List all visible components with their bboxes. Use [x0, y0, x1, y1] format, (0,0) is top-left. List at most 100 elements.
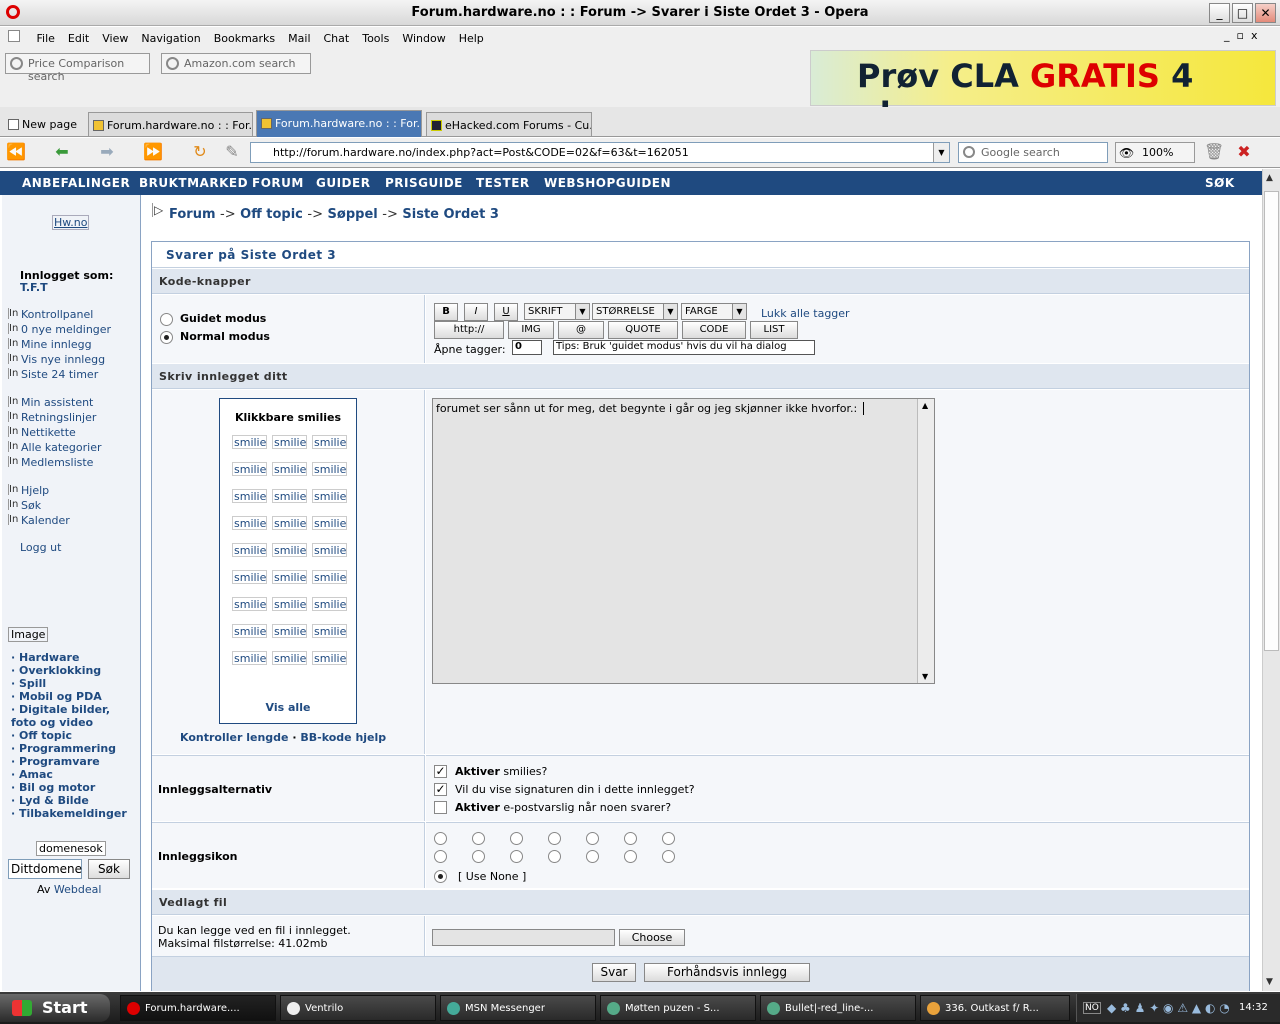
nav-webshopguiden[interactable]: WEBSHOPGUIDEN [544, 176, 671, 190]
fast-forward-icon[interactable]: ⏩ [143, 143, 163, 161]
list-button[interactable]: LIST [750, 321, 798, 339]
smilie-button[interactable]: smilie [232, 489, 267, 503]
smilie-button[interactable]: smilie [272, 516, 307, 530]
code-button[interactable]: CODE [682, 321, 746, 339]
ad-banner[interactable]: Prøv CLA GRATIS 4 uker [810, 50, 1276, 133]
domain-input[interactable]: Dittdomene [8, 859, 82, 879]
category-spill[interactable]: · Spill [11, 677, 46, 690]
font-select[interactable]: SKRIFT ▼ [524, 303, 590, 320]
nav-bruktmarked[interactable]: BRUKTMARKED [139, 176, 248, 190]
post-icon-radio[interactable] [472, 832, 485, 845]
post-icon-radio[interactable] [586, 832, 599, 845]
category-lyd-bilde[interactable]: · Lyd & Bilde [11, 794, 89, 807]
smilie-button[interactable]: smilie [232, 543, 267, 557]
menu-window[interactable]: Window [402, 32, 445, 45]
menu-bookmarks[interactable]: Bookmarks [214, 32, 275, 45]
google-search-field[interactable]: Google search [958, 142, 1108, 163]
logout-link[interactable]: Logg ut [20, 541, 61, 554]
use-none-radio[interactable] [434, 870, 447, 883]
smilie-button[interactable]: smilie [272, 489, 307, 503]
bbcode-help-link[interactable]: BB-kode hjelp [300, 731, 386, 744]
scroll-up-icon[interactable]: ▲ [922, 401, 928, 410]
language-indicator[interactable]: NO [1083, 1002, 1101, 1014]
guided-mode-radio[interactable] [160, 313, 173, 326]
img-button[interactable]: IMG [508, 321, 554, 339]
message-textarea[interactable]: forumet ser sånn ut for meg, det begynte… [432, 398, 935, 684]
smilie-button[interactable]: smilie [272, 624, 307, 638]
smilie-button[interactable]: smilie [312, 489, 347, 503]
nav-tester[interactable]: TESTER [476, 176, 530, 190]
italic-button[interactable]: I [464, 303, 488, 321]
breadcrumb-soppel[interactable]: Søppel [328, 207, 378, 222]
quote-button[interactable]: QUOTE [608, 321, 678, 339]
amazon-search-field[interactable]: Amazon.com search [161, 53, 311, 74]
smilie-button[interactable]: smilie [272, 570, 307, 584]
underline-button[interactable]: U [494, 303, 518, 321]
scroll-down-icon[interactable]: ▼ [922, 672, 928, 681]
breadcrumb-forum[interactable]: Forum [169, 207, 216, 222]
smilie-button[interactable]: smilie [232, 597, 267, 611]
tab-forum-1[interactable]: Forum.hardware.no : : For... [88, 112, 253, 136]
scrollbar-thumb[interactable] [1264, 191, 1279, 651]
category-hardware[interactable]: · Hardware [11, 651, 79, 664]
category-mobil[interactable]: · Mobil og PDA [11, 690, 102, 703]
category-tilbakemeldinger[interactable]: · Tilbakemeldinger [11, 807, 127, 820]
post-icon-radio[interactable] [548, 832, 561, 845]
http-button[interactable]: http:// [434, 321, 504, 339]
task-winamp[interactable]: 336. Outkast f/ R... [920, 995, 1070, 1021]
smilie-button[interactable]: smilie [232, 462, 267, 476]
bold-button[interactable]: B [434, 303, 458, 321]
menu-navigation[interactable]: Navigation [141, 32, 200, 45]
sidebar-item-netiquette[interactable]: In Nettikette [8, 426, 76, 439]
smilie-button[interactable]: smilie [232, 624, 267, 638]
back-icon[interactable]: ⬅ [52, 143, 72, 161]
category-off-topic[interactable]: · Off topic [11, 729, 72, 742]
category-digitale-bilder[interactable]: · Digitale bilder, foto og video [11, 703, 136, 729]
breadcrumb-off-topic[interactable]: Off topic [240, 207, 303, 222]
webdeal-link[interactable]: Webdeal [54, 883, 102, 896]
post-icon-radio[interactable] [434, 850, 447, 863]
smilie-button[interactable]: smilie [312, 516, 347, 530]
smilie-button[interactable]: smilie [232, 435, 267, 449]
smilie-button[interactable]: smilie [312, 570, 347, 584]
task-opera[interactable]: Forum.hardware.... [120, 995, 276, 1021]
sidebar-item-kontrollpanel[interactable]: In Kontrollpanel [8, 308, 93, 321]
menu-tools[interactable]: Tools [362, 32, 389, 45]
smilie-button[interactable]: smilie [272, 543, 307, 557]
sidebar-item-categories[interactable]: In Alle kategorier [8, 441, 101, 454]
post-icon-radio[interactable] [434, 832, 447, 845]
smilie-button[interactable]: smilie [272, 462, 307, 476]
smilie-button[interactable]: smilie [312, 624, 347, 638]
task-chat-2[interactable]: Bullet|-red_line-... [760, 995, 916, 1021]
reload-icon[interactable]: ↻ [190, 143, 210, 161]
scroll-up-icon[interactable]: ▲ [1266, 173, 1273, 183]
sidebar-item-new-posts[interactable]: In Vis nye innlegg [8, 353, 105, 366]
close-tags-link[interactable]: Lukk alle tagger [761, 307, 850, 320]
menu-edit[interactable]: Edit [68, 32, 89, 45]
minimize-button[interactable]: _ [1209, 3, 1230, 23]
start-button[interactable]: Start [0, 994, 110, 1022]
zoom-select[interactable]: 👁 100% [1115, 142, 1195, 163]
site-logo[interactable]: Hw.no [52, 215, 90, 230]
sidebar-item-search[interactable]: In Søk [8, 499, 41, 512]
post-icon-radio[interactable] [662, 850, 675, 863]
mdi-controls[interactable]: _ ▫ x [1224, 29, 1257, 42]
post-icon-radio[interactable] [510, 850, 523, 863]
post-icon-radio[interactable] [624, 832, 637, 845]
control-length-link[interactable]: Kontroller lengde [180, 731, 289, 744]
show-all-smilies-link[interactable]: Vis alle [220, 701, 356, 714]
sidebar-item-assistant[interactable]: In Min assistent [8, 396, 93, 409]
username-link[interactable]: T.F.T [20, 281, 48, 294]
task-msn[interactable]: MSN Messenger [440, 995, 596, 1021]
smilie-button[interactable]: smilie [312, 435, 347, 449]
tray-icons[interactable]: ◆ ♣ ♟ ✦ ◉ ⚠ ▲ ◐ ◔ [1107, 1001, 1230, 1015]
scroll-down-icon[interactable]: ▼ [1266, 977, 1273, 987]
smilie-button[interactable]: smilie [232, 570, 267, 584]
smilie-button[interactable]: smilie [272, 651, 307, 665]
email-button[interactable]: @ [558, 321, 604, 339]
menu-chat[interactable]: Chat [324, 32, 350, 45]
tab-ehacked[interactable]: eHacked.com Forums - Cu... [426, 112, 592, 136]
post-icon-radio[interactable] [548, 850, 561, 863]
sidebar-item-my-posts[interactable]: In Mine innlegg [8, 338, 92, 351]
enable-smilies-checkbox[interactable]: ✓ [434, 765, 447, 778]
